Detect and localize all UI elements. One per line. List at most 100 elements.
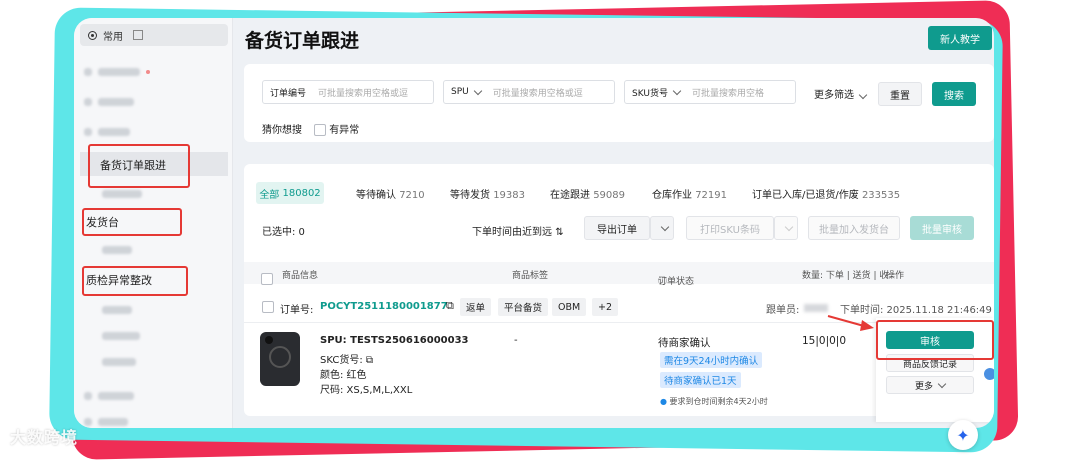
tab-label: 全部 <box>259 189 280 201</box>
sidebar-blurred-item[interactable] <box>84 62 150 82</box>
sidebar-common[interactable]: 常用 <box>80 24 228 46</box>
tab-label: 等待发货 <box>450 190 490 201</box>
product-image[interactable] <box>260 332 300 386</box>
more-button-label: 更多 <box>914 381 933 392</box>
sku-placeholder: 可批量搜索用空格 <box>691 88 764 99</box>
highlight-box <box>876 320 994 360</box>
floating-badge-icon[interactable] <box>984 368 994 380</box>
abnormal-checkbox[interactable]: 有异常 <box>314 121 359 136</box>
abnormal-label: 有异常 <box>329 125 360 136</box>
target-icon <box>88 30 97 40</box>
page-title: 备货订单跟进 <box>245 30 360 52</box>
sidebar-blurred-item[interactable] <box>102 300 132 320</box>
more-button[interactable]: 更多 <box>886 376 974 394</box>
print-sku-dropdown[interactable] <box>774 216 798 240</box>
product-skc: SKC货号: ⧉ <box>320 351 373 366</box>
status-pill-deadline: 需在9天24小时内确认 <box>660 352 763 368</box>
sidebar-blurred-item[interactable] <box>84 386 134 406</box>
follower-label: 跟单员: <box>766 305 800 316</box>
edit-icon[interactable] <box>133 30 143 40</box>
spu-field[interactable]: SPU 可批量搜索用空格或逗 <box>443 80 615 104</box>
tab-in-transit[interactable]: 在途跟进 59089 <box>550 186 625 201</box>
order-tag: 平台备货 <box>498 298 549 316</box>
reset-button[interactable]: 重置 <box>878 82 922 106</box>
more-filters-label: 更多筛选 <box>814 90 854 101</box>
sidebar-blurred-item[interactable] <box>102 352 136 372</box>
sort-icon: ⇅ <box>555 227 564 238</box>
order-tag: OBM <box>552 298 587 316</box>
batch-review-button[interactable]: 批量审核 <box>910 216 974 240</box>
follower-name-blurred <box>804 304 828 312</box>
print-sku-button[interactable]: 打印SKU条码 <box>686 216 774 240</box>
order-label: 订单号: <box>280 305 314 316</box>
spu-label: SPU <box>451 87 469 97</box>
more-filters-button[interactable]: 更多筛选 <box>814 86 868 101</box>
copy-icon[interactable]: ⧉ <box>366 355 373 366</box>
order-number-link[interactable]: POCYT2511180001877 <box>320 301 448 312</box>
sidebar-blurred-item[interactable] <box>102 326 140 346</box>
tab-label: 等待确认 <box>356 190 396 201</box>
col-product-tags: 商品标签 <box>512 271 549 281</box>
tab-warehouse[interactable]: 仓库作业 72191 <box>652 186 727 201</box>
sidebar-blurred-item[interactable] <box>102 240 132 260</box>
deadline-note: ● 要求到仓时间剩余4天2小时 <box>660 397 768 406</box>
info-icon: ⓘ <box>658 277 668 287</box>
sku-label: SKU货号 <box>632 88 668 99</box>
chevron-down-icon <box>784 222 794 231</box>
sort-toggle[interactable]: 下单时间由近到远 ⇅ <box>472 223 564 238</box>
tab-pending-confirm[interactable]: 等待确认 7210 <box>356 186 425 201</box>
sidebar-common-label: 常用 <box>103 31 123 43</box>
tab-label: 在途跟进 <box>550 190 590 201</box>
sort-label: 下单时间由近到远 <box>472 227 552 238</box>
tab-completed[interactable]: 订单已入库/已退货/作废 233535 <box>752 186 900 201</box>
order-tag[interactable]: +2 <box>592 298 619 316</box>
checkbox-icon[interactable] <box>314 124 326 136</box>
product-color: 颜色: 红色 <box>320 370 367 381</box>
status-pill-duration: 待商家确认已1天 <box>660 372 741 388</box>
chevron-down-icon <box>858 90 868 100</box>
tab-label: 仓库作业 <box>652 190 692 201</box>
order-status: 待商家确认 <box>658 337 711 349</box>
tab-count: 72191 <box>695 190 727 201</box>
tab-count: 19383 <box>493 190 525 201</box>
checkbox-icon[interactable] <box>262 301 274 313</box>
select-all-checkbox[interactable] <box>261 273 273 285</box>
highlight-box <box>82 266 188 296</box>
order-no-placeholder: 可批量搜索用空格或逗 <box>318 88 409 99</box>
tutorial-button[interactable]: 新人教学 <box>928 26 992 50</box>
sidebar-blurred-item[interactable] <box>84 92 134 112</box>
sidebar-blurred-item[interactable] <box>84 412 128 428</box>
tab-count: 180802 <box>282 187 321 199</box>
col-quantity: 数量: 下单 | 送货 | 收 <box>802 271 889 281</box>
sparkle-icon[interactable]: ✦ <box>948 420 978 450</box>
chevron-down-icon <box>672 86 682 95</box>
order-row-checkbox[interactable] <box>262 301 274 313</box>
col-product-info: 商品信息 <box>282 271 319 281</box>
highlight-box <box>82 208 182 236</box>
quantity-values: 15|0|0|0 <box>802 335 847 347</box>
batch-add-shipping-button[interactable]: 批量加入发货台 <box>808 216 900 240</box>
product-skc-label: SKC货号: <box>320 355 363 366</box>
product-spu: SPU: TESTS250616000033 <box>320 335 469 346</box>
watermark: 大数跨境 <box>10 428 79 447</box>
table-header: 商品信息 商品标签 订单状态 ⓘ 数量: 下单 | 送货 | 收 操作 <box>244 262 994 287</box>
order-no-field[interactable]: 订单编号 可批量搜索用空格或逗 <box>262 80 434 104</box>
tab-count: 7210 <box>399 190 425 201</box>
export-button[interactable]: 导出订单 <box>584 216 650 240</box>
tab-count: 59089 <box>593 190 625 201</box>
product-size: 尺码: XS,S,M,L,XXL <box>320 385 413 396</box>
sku-field[interactable]: SKU货号 可批量搜索用空格 <box>624 80 796 104</box>
guess-search-label: 猜你想搜 <box>262 125 302 136</box>
selected-count: 已选中: 0 <box>262 227 305 238</box>
tab-pending-ship[interactable]: 等待发货 19383 <box>450 186 525 201</box>
order-no-label: 订单编号 <box>270 88 307 99</box>
export-dropdown[interactable] <box>650 216 674 240</box>
chevron-down-icon <box>660 222 670 231</box>
sidebar-blurred-item[interactable] <box>84 122 130 142</box>
search-button[interactable]: 搜索 <box>932 82 976 106</box>
arrow-icon <box>827 315 874 331</box>
tab-all[interactable]: 全部 180802 <box>256 182 324 204</box>
highlight-box <box>88 144 190 188</box>
tab-count: 233535 <box>861 190 901 201</box>
copy-icon[interactable]: ⧉ <box>446 299 454 313</box>
